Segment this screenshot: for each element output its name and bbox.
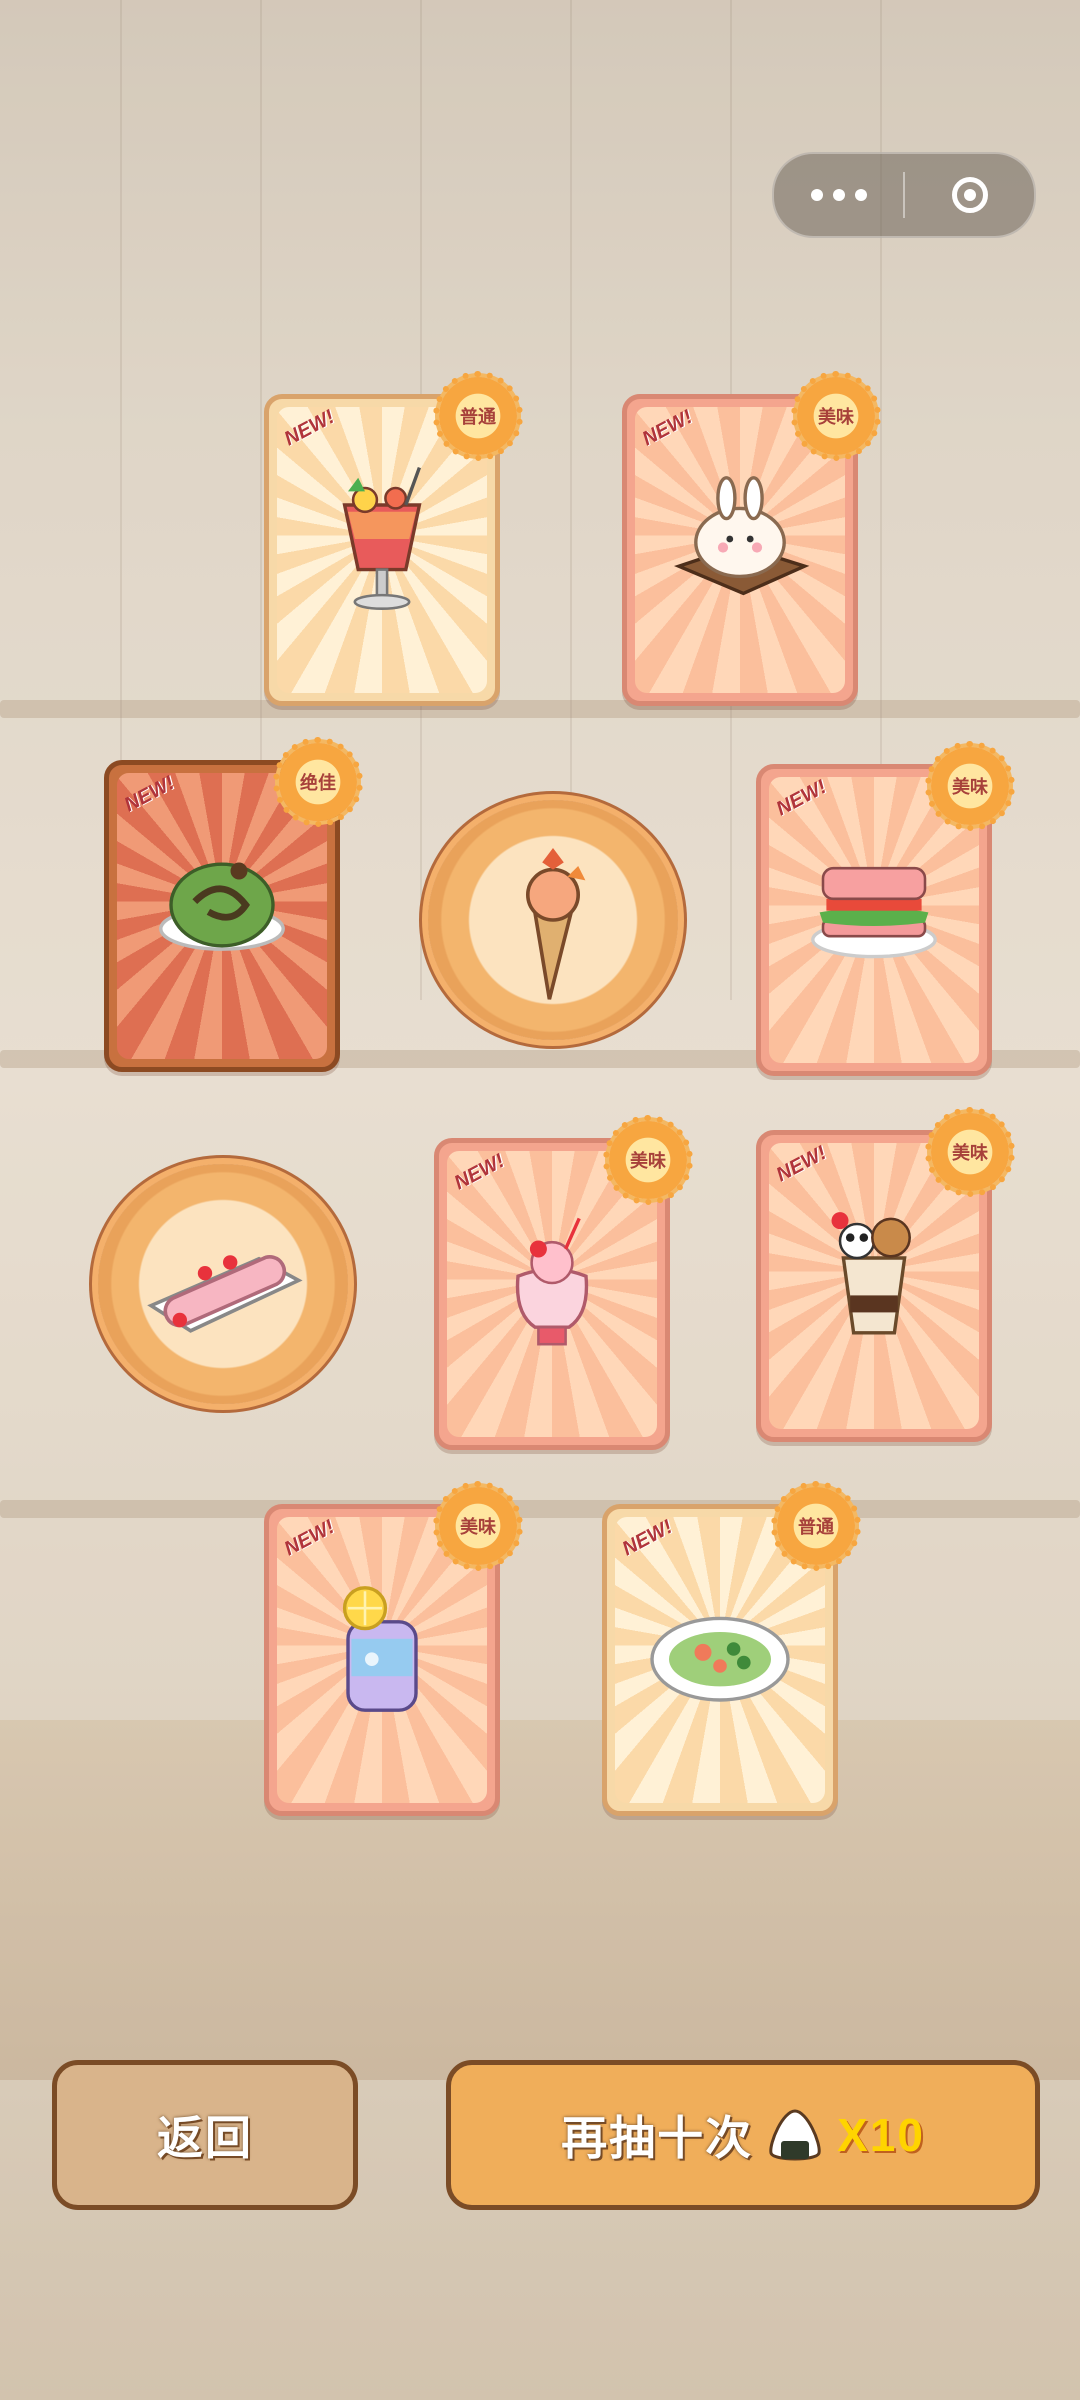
recipe-card[interactable]: NEW! 普通 — [602, 1481, 861, 1816]
reward-bubble[interactable] — [428, 800, 678, 1040]
recipe-card[interactable]: NEW! 美味 — [756, 1107, 1015, 1442]
matcha-roll-cake-image — [109, 805, 335, 1005]
more-menu-button[interactable] — [774, 154, 903, 236]
strawberry-float-image — [439, 1183, 665, 1383]
back-button[interactable]: 返回 — [52, 2060, 358, 2210]
more-dots-icon — [810, 189, 867, 201]
salad-plate-image — [607, 1549, 833, 1749]
miniprogram-capsule — [772, 152, 1036, 238]
recipe-card[interactable]: NEW! 普通 — [264, 371, 523, 706]
recipe-card[interactable]: NEW! 美味 — [264, 1481, 523, 1816]
recipe-card[interactable]: NEW! 美味 — [434, 1115, 693, 1450]
draw-ten-again-button[interactable]: 再抽十次 X10 — [446, 2060, 1040, 2210]
recipe-card[interactable]: NEW! 美味 — [622, 371, 881, 706]
fruit-punch-image — [269, 439, 495, 639]
reward-bubble[interactable] — [98, 1164, 348, 1404]
pink-sandwich-image — [761, 809, 987, 1009]
bunny-roll-cake-image — [627, 439, 853, 639]
rice-ball-icon — [769, 2109, 821, 2161]
recipe-card[interactable]: NEW! 绝佳 — [104, 737, 363, 1072]
target-circle-icon — [951, 177, 988, 213]
recipe-card[interactable]: NEW! 美味 — [756, 741, 1015, 1076]
multiplier-text: X10 — [837, 2109, 925, 2161]
close-miniprogram-button[interactable] — [905, 154, 1034, 236]
maple-ice-cream-cone-image — [526, 848, 586, 1000]
galaxy-lemon-soda-image — [269, 1549, 495, 1749]
strawberry-swiss-roll-image — [147, 1255, 303, 1333]
panda-parfait-image — [761, 1175, 987, 1375]
